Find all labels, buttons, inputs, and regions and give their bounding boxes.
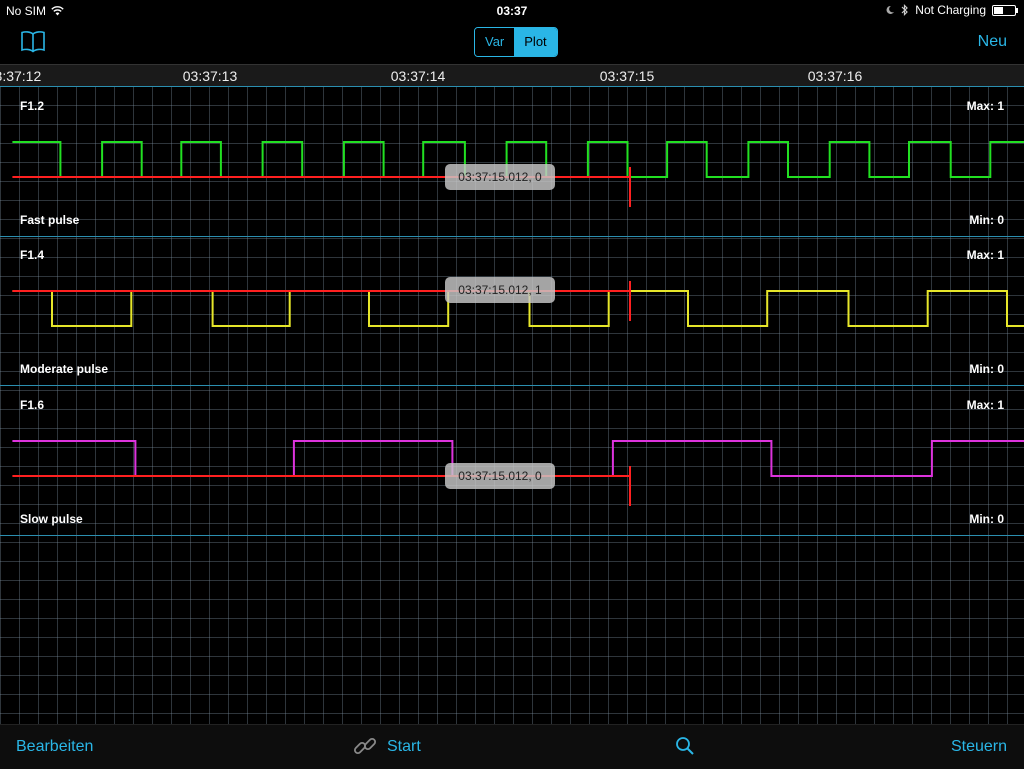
start-button[interactable]: Start: [387, 738, 421, 756]
plot-panel-f1-2[interactable]: F1.2 Max: 1 03:37:15.012, 0 Fast pulse M…: [0, 86, 1024, 237]
plot-panel-f1-6[interactable]: F1.6 Max: 1 03:37:15.012, 0 Slow pulse M…: [0, 386, 1024, 536]
cursor-tooltip: 03:37:15.012, 1: [445, 277, 555, 303]
view-segmented-control: Var Plot: [474, 27, 558, 57]
signal-chart: [12, 141, 1024, 207]
battery-fill: [994, 6, 1003, 14]
control-button[interactable]: Steuern: [951, 738, 1007, 756]
panel-min-label: Min: 0: [969, 362, 1004, 376]
signal-name: Fast pulse: [20, 213, 80, 227]
signal-name: Slow pulse: [20, 512, 83, 526]
cursor-tooltip: 03:37:15.012, 0: [445, 164, 555, 190]
signal-name: Moderate pulse: [20, 362, 109, 376]
time-tick: 03:37:14: [390, 68, 446, 84]
nav-bar: Var Plot Neu: [0, 22, 1024, 64]
link-icon[interactable]: [352, 733, 378, 759]
segment-var[interactable]: Var: [475, 28, 515, 56]
signal-chart: [12, 281, 1024, 327]
moon-icon: [886, 5, 895, 14]
battery-icon: [992, 4, 1018, 16]
charging-status: Not Charging: [915, 3, 986, 17]
search-icon[interactable]: [674, 735, 696, 757]
status-bar: No SIM 03:37 Not Charging: [0, 0, 1024, 22]
status-right: Not Charging: [885, 3, 1018, 17]
time-tick: 03:37:12: [0, 68, 42, 84]
cursor-tooltip: 03:37:15.012, 0: [445, 463, 555, 489]
panel-min-label: Min: 0: [969, 512, 1004, 526]
time-axis: 03:37:12 03:37:13 03:37:14 03:37:15 03:3…: [0, 64, 1024, 87]
segment-plot[interactable]: Plot: [514, 28, 557, 56]
book-icon[interactable]: [20, 28, 46, 54]
time-tick: 03:37:15: [599, 68, 655, 84]
new-button[interactable]: Neu: [978, 33, 1007, 51]
panel-min-label: Min: 0: [969, 213, 1004, 227]
plot-area[interactable]: F1.2 Max: 1 03:37:15.012, 0 Fast pulse M…: [0, 86, 1024, 724]
time-tick: 03:37:13: [182, 68, 238, 84]
edit-button[interactable]: Bearbeiten: [16, 738, 93, 756]
time-tick: 03:37:16: [807, 68, 863, 84]
bottom-toolbar: Bearbeiten Start Steuern: [0, 724, 1024, 769]
signal-chart: [12, 440, 1024, 506]
plot-panel-f1-4[interactable]: F1.4 Max: 1 03:37:15.012, 1 Moderate pul…: [0, 236, 1024, 386]
bluetooth-icon: [901, 4, 909, 16]
status-time: 03:37: [496, 4, 528, 18]
